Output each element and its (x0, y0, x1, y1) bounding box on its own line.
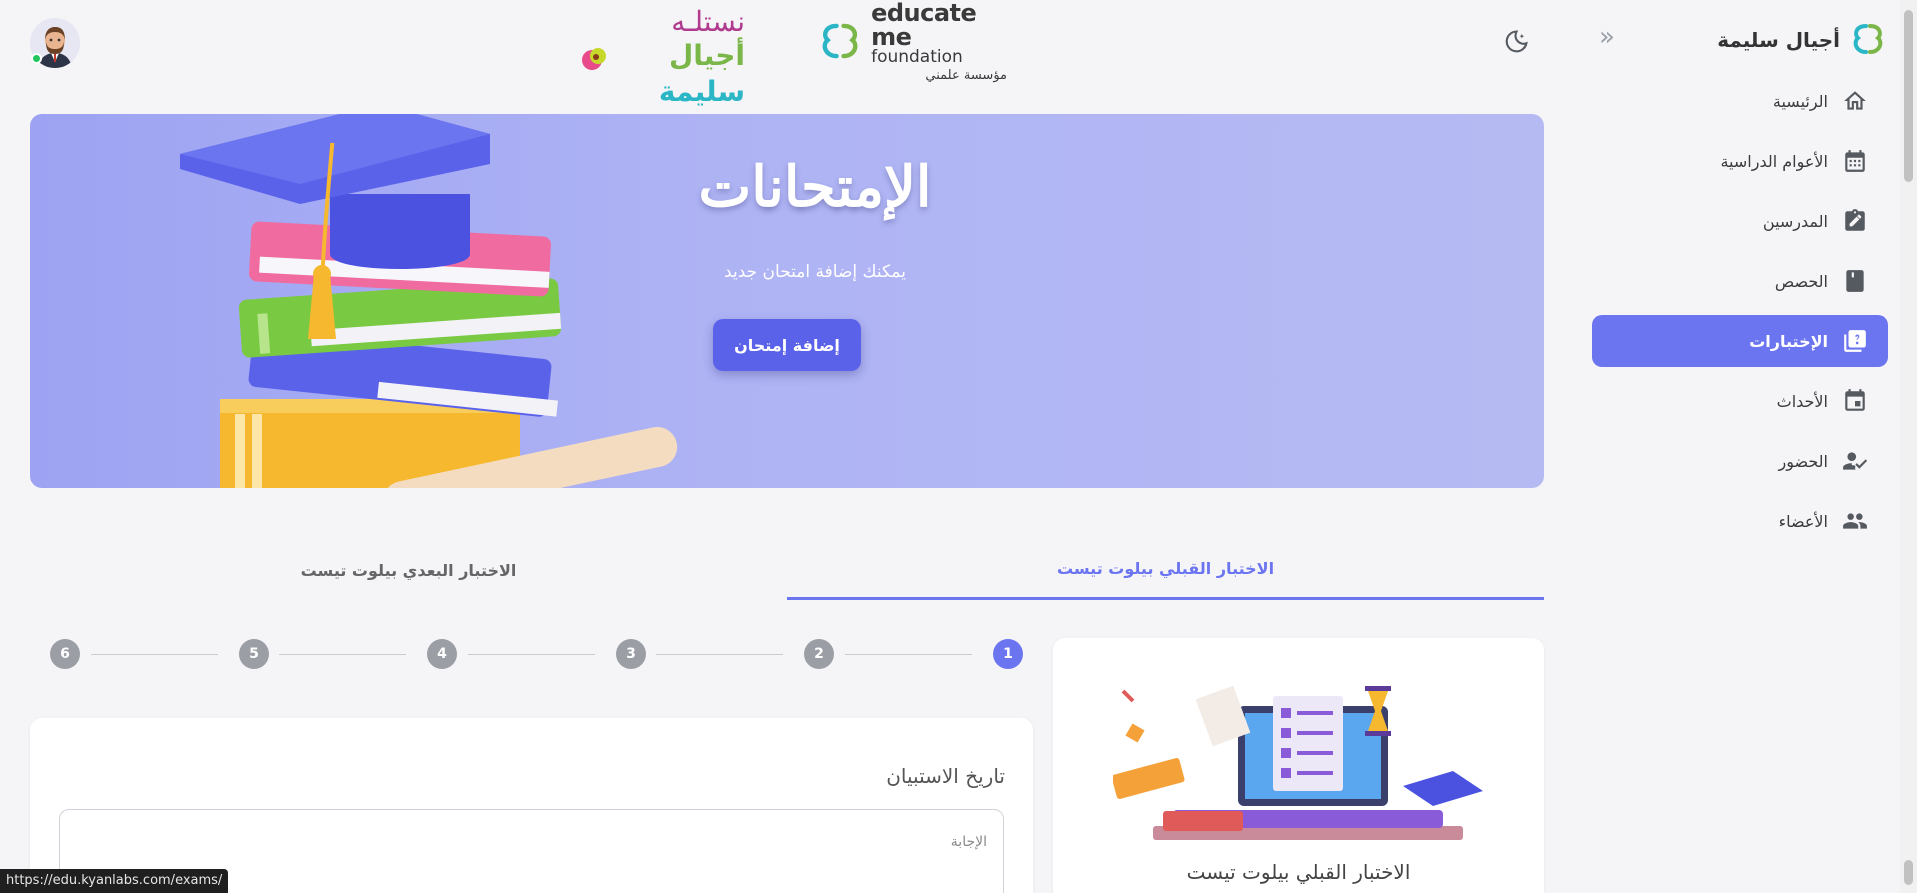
hero-title: الإمتحانات (698, 154, 932, 220)
book-icon (1846, 270, 1864, 292)
home-icon (1844, 91, 1866, 110)
answer-placeholder: الإجابة (950, 834, 987, 850)
sidebar-item-label: الإختبارات (1749, 331, 1828, 351)
step-6[interactable]: 6 (50, 639, 80, 669)
online-exam-illustration (1113, 686, 1483, 840)
sidebar-item-label: الحضور (1778, 451, 1828, 471)
event-icon (1845, 389, 1865, 411)
sidebar-item-attendance[interactable]: الحضور (1592, 435, 1888, 487)
educate-me-logo-icon (822, 23, 858, 59)
page-scrollbar[interactable] (1900, 0, 1917, 893)
nastela-ajyal-logo: نستلـه أجيال سليمة (580, 5, 745, 108)
brand-name: أجيال سليمة (1717, 28, 1840, 52)
sidebar-item-label: الرئيسية (1772, 91, 1828, 111)
sidebar-item-label: الأحداث (1776, 391, 1828, 411)
step-5[interactable]: 5 (239, 639, 269, 669)
sidebar-item-label: المدرسين (1762, 211, 1828, 231)
brand-logo-icon (1853, 24, 1883, 54)
step-2[interactable]: 2 (804, 639, 834, 669)
collapse-sidebar-chevron-icon[interactable]: » (1593, 24, 1621, 52)
sidebar-item-label: الأعضاء (1778, 511, 1828, 531)
educate-me-arabic: مؤسسة علمني (925, 67, 1007, 83)
exam-info-title: الاختبار القبلي بيلوت تيست (1186, 860, 1411, 884)
add-exam-button[interactable]: إضافة إمتحان (713, 319, 861, 371)
online-status-dot (31, 53, 42, 64)
hero-subtitle: يمكنك إضافة امتحان جديد (724, 262, 906, 282)
sidebar-item-label: الحصص (1774, 271, 1828, 291)
nastela-wordmark: نستلـه (671, 5, 745, 38)
scrollbar-thumb-lower[interactable] (1904, 860, 1913, 885)
brand[interactable]: أجيال سليمة (1717, 18, 1888, 62)
educate-me-logo: educate me foundation مؤسسة علمني (817, 1, 1007, 82)
exams-hero-banner: الإمتحانات يمكنك إضافة امتحان جديد إضافة… (30, 114, 1544, 488)
group-icon (1843, 513, 1867, 529)
sidebar-item-label: الأعوام الدراسية (1720, 151, 1828, 171)
sidebar-item-teachers[interactable]: المدرسين (1592, 195, 1888, 247)
sidebar-item-academic-years[interactable]: الأعوام الدراسية (1592, 135, 1888, 187)
question-label: تاريخ الاستبيان (886, 764, 1005, 788)
sidebar-item-events[interactable]: الأحداث (1592, 375, 1888, 427)
sidebar: أجيال سليمة الرئيسية الأعوام الدراسية ال… (1588, 0, 1888, 893)
question-card: تاريخ الاستبيان الإجابة (30, 718, 1033, 893)
link-preview-status-bar: https://edu.kyanlabs.com/exams/ (0, 869, 229, 893)
quiz-icon (1844, 330, 1866, 352)
ajyal-logo-dots-icon (582, 48, 606, 70)
exam-info-card: الاختبار القبلي بيلوت تيست (1053, 638, 1544, 893)
calendar-icon (1845, 150, 1865, 172)
step-connector (468, 654, 595, 655)
sidebar-nav: الرئيسية الأعوام الدراسية المدرسين الحصص… (1592, 75, 1888, 555)
sidebar-item-members[interactable]: الأعضاء (1592, 495, 1888, 547)
sidebar-item-exams[interactable]: الإختبارات (1592, 315, 1888, 367)
step-4[interactable]: 4 (427, 639, 457, 669)
question-stepper: 6 5 4 3 2 1 (50, 638, 1025, 670)
step-connector (656, 654, 783, 655)
educate-me-subtitle: foundation (871, 46, 963, 67)
person-check-icon (1843, 452, 1868, 470)
step-3[interactable]: 3 (616, 639, 646, 669)
assignment-edit-icon (1845, 209, 1865, 231)
step-connector (279, 654, 406, 655)
tab-post-test[interactable]: الاختبار البعدي بيلوت تيست (30, 540, 787, 600)
sidebar-item-home[interactable]: الرئيسية (1592, 75, 1888, 127)
exam-tabs: الاختبار البعدي بيلوت تيست الاختبار القب… (30, 540, 1544, 600)
step-1[interactable]: 1 (993, 639, 1023, 669)
dark-mode-moon-icon[interactable] (1502, 28, 1530, 56)
ajyal-word: أجيال (668, 39, 745, 72)
educate-me-title: educate me (871, 0, 977, 51)
step-connector (91, 654, 218, 655)
step-connector (845, 654, 972, 655)
tab-pre-test[interactable]: الاختبار القبلي بيلوت تيست (787, 540, 1544, 600)
saleema-word: سليمة (658, 75, 745, 108)
sidebar-item-classes[interactable]: الحصص (1592, 255, 1888, 307)
scrollbar-thumb[interactable] (1904, 10, 1913, 182)
